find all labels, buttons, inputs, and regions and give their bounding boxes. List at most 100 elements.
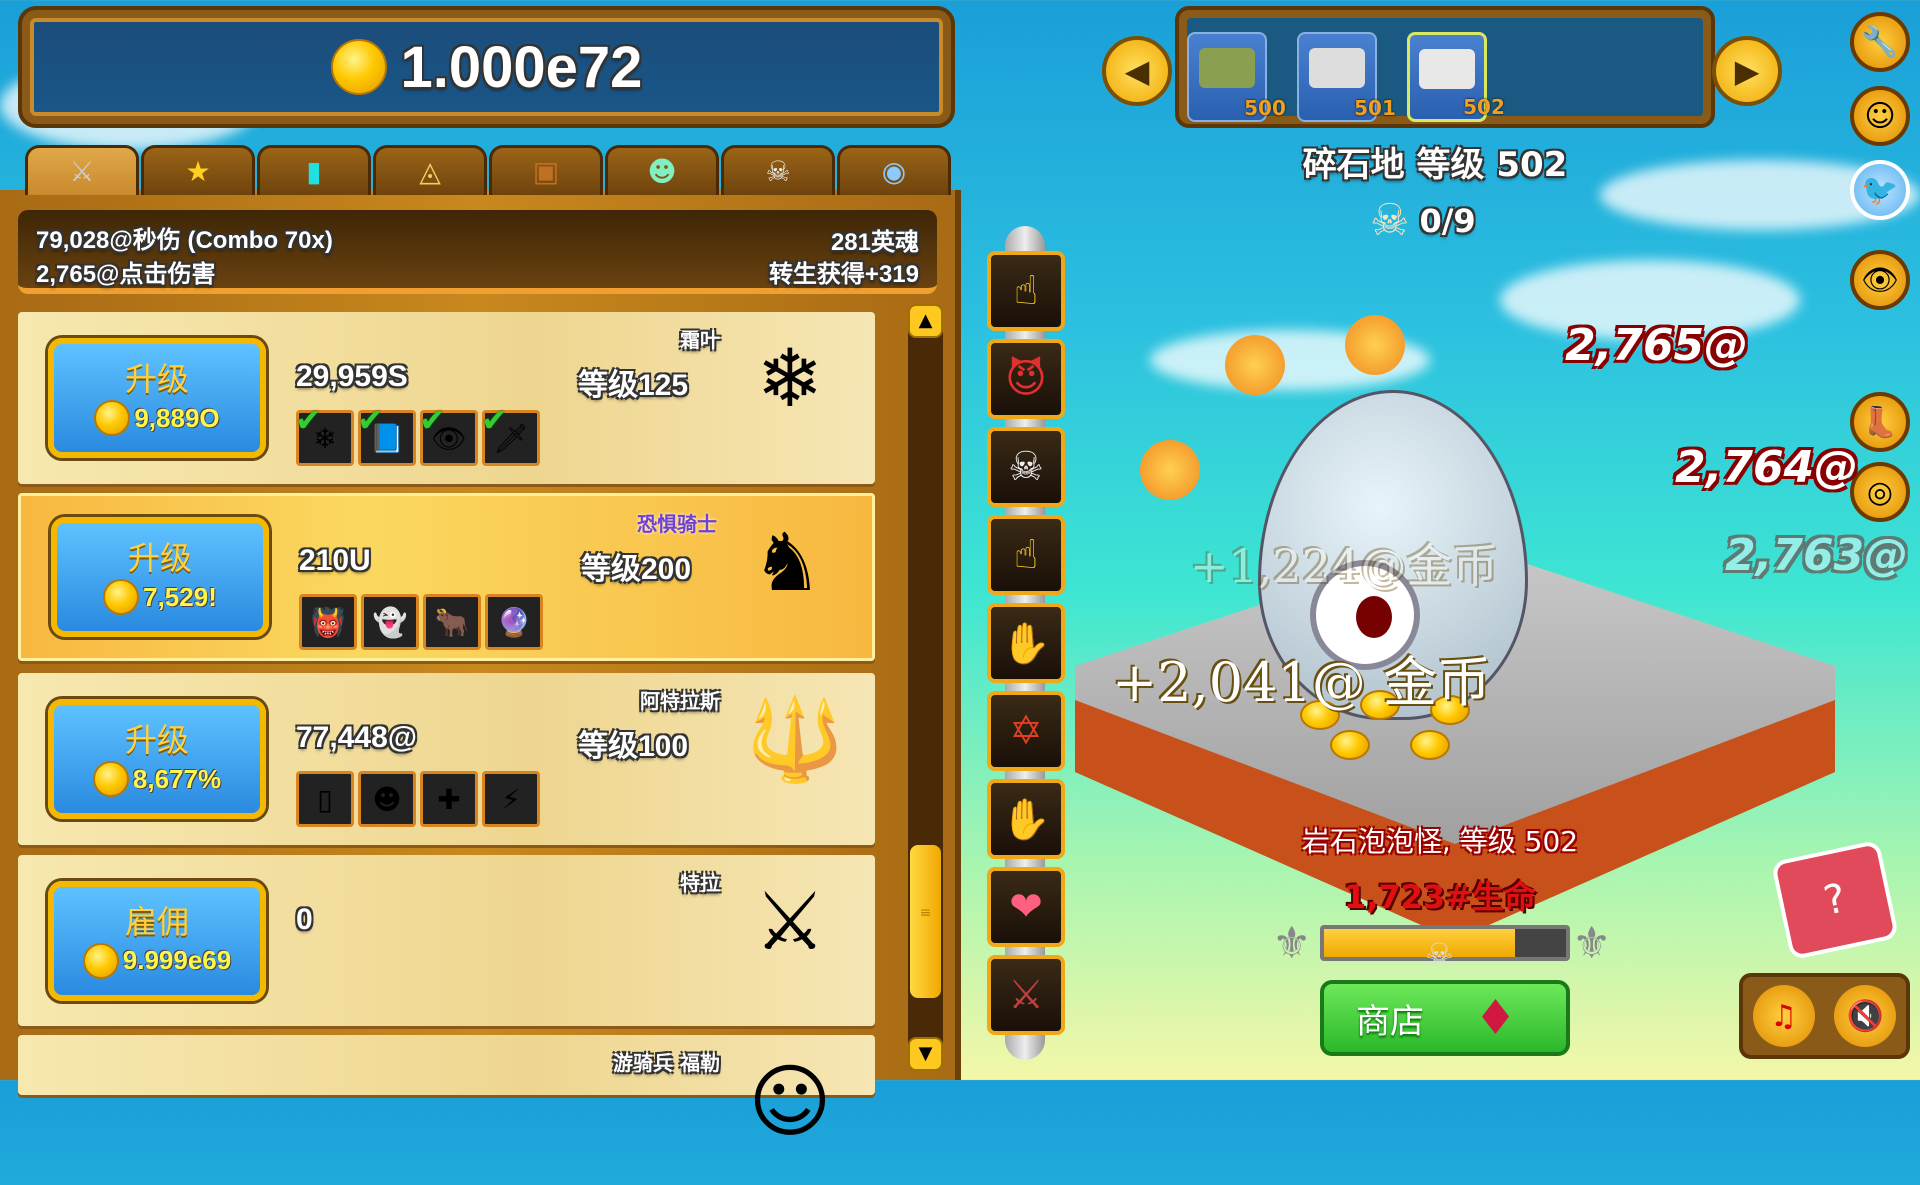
tab-clans[interactable]: ☻ (605, 145, 719, 195)
hero-upgrade-icon[interactable]: ▯ (296, 771, 354, 827)
checkmark-icon: ✔ (481, 401, 508, 439)
hero-list-scrollbar[interactable]: ▲ ≡ ▼ (908, 304, 943, 1071)
hero-upgrade-icon[interactable]: 🗡 ✔ (481, 401, 540, 466)
zone-tile[interactable]: 500 (1187, 32, 1286, 122)
hero-cost: 9.999e69 (122, 945, 232, 975)
skill-super-clicks-icon[interactable]: ✋ (987, 779, 1065, 859)
upgrade-glyph: 🔮 (496, 605, 532, 639)
hero-cost: 8,677% (132, 763, 222, 794)
hero-row: 游骑兵 福勒 ☺ (18, 1035, 875, 1148)
hero-upgrade-icon[interactable]: 🐂 (423, 594, 481, 650)
hero-upgrade-icon[interactable]: ☻ (358, 771, 416, 827)
kill-count: 0/9 (1419, 201, 1476, 240)
scroll-thumb[interactable]: ≡ (910, 845, 941, 998)
skill-dark-ritual-icon[interactable]: ✡ (987, 691, 1065, 771)
prev-zone-arrow-icon[interactable]: ◀ (1102, 36, 1172, 106)
hero-upgrade-icon[interactable]: ✚ (420, 771, 478, 827)
tab-heroes[interactable]: ⚔ (25, 145, 139, 195)
hero-upgrade-icon[interactable]: ❄ ✔ (295, 401, 354, 466)
stars-icon: ★ (185, 155, 211, 188)
skill-reload-icon[interactable]: ⚔ (987, 955, 1065, 1035)
level-up-button[interactable]: 升级 9,889O (48, 338, 266, 458)
tab-transcendence[interactable]: ◉ (837, 145, 951, 195)
upgrade-glyph: 👻 (372, 605, 408, 639)
orb-eye-icon: ◉ (881, 155, 907, 188)
skill-energize-icon[interactable]: ❤ (987, 867, 1065, 947)
tab-ancients[interactable]: ◬ (373, 145, 487, 195)
upgrade-glyph: 👹 (310, 605, 346, 639)
skull-icon: ☠ (765, 155, 791, 188)
crossed-swords-icon: ⚔ (69, 155, 95, 188)
skill-metal-detector-icon[interactable]: ☝ (987, 515, 1065, 595)
hero-cost: 9,889O (134, 402, 220, 433)
damage-number: 2,764@ (1675, 442, 1859, 493)
scroll-down-arrow-icon[interactable]: ▼ (908, 1037, 943, 1071)
hero-dps: 77,448@ (296, 721, 418, 754)
tab-stats[interactable]: ▮ (257, 145, 371, 195)
checkmark-icon: ✔ (295, 401, 322, 439)
hire-button[interactable]: 雇佣 9.999e69 (48, 880, 266, 1001)
level-up-button[interactable]: 升级 8,677% (48, 699, 266, 819)
hero-name: 游骑兵 福勒 (613, 1051, 720, 1075)
eye-icon[interactable]: 👁 (1850, 250, 1910, 310)
kill-counter: ☠ 0/9 (1370, 195, 1476, 246)
settings-wrench-icon[interactable]: 🔧 (1850, 12, 1910, 72)
upgrade-glyph: ☻ (372, 782, 402, 816)
gold-coin-icon (330, 39, 387, 95)
hero-row: 霜叶 升级 9,889O 29,959S 等级125 ❄ ✔ 📘 ✔ 👁 ✔ 🗡 ✔ ❄ (18, 312, 875, 484)
monster-name: 岩石泡泡怪, 等级 502 (1301, 825, 1579, 858)
ruby-gem-icon: ♦ (1474, 990, 1518, 1046)
hero-upgrade-icon[interactable]: 🔮 (485, 594, 543, 650)
hero-upgrade-icon[interactable]: ⚡ (482, 771, 540, 827)
zone-thumbnail (1309, 48, 1365, 88)
hero-upgrade-icon[interactable]: 👹 (299, 594, 357, 650)
pyramid-eye-icon: ◬ (419, 155, 441, 188)
click-damage-text: 2,765@点击伤害 (36, 261, 216, 288)
hero-name: 恐惧骑士 (637, 512, 717, 536)
skill-clickstorm-icon[interactable]: ☝ (987, 251, 1065, 331)
hero-level: 等级125 (578, 369, 689, 402)
winged-boot-icon[interactable]: 👢 (1850, 392, 1910, 452)
hero-dps: 210U (299, 544, 371, 577)
tab-achievements[interactable]: ★ (141, 145, 255, 195)
hero-souls-text: 281英魂 (830, 229, 919, 256)
chest-icon: ▣ (532, 155, 560, 188)
hero-upgrade-icon[interactable]: 👁 ✔ (419, 401, 478, 466)
level-up-button[interactable]: 升级 7,529! (51, 517, 269, 637)
twitter-bird-icon[interactable]: 🐦 (1850, 160, 1910, 220)
zone-number: 501 (1354, 96, 1396, 120)
hero-name: 阿特拉斯 (640, 689, 720, 713)
zone-number: 500 (1244, 96, 1286, 120)
tab-relics[interactable]: ▣ (489, 145, 603, 195)
gold-coin-icon (92, 761, 129, 797)
upgrade-glyph: ▯ (317, 782, 333, 816)
zone-thumbnail (1199, 48, 1255, 88)
target-icon[interactable]: ◎ (1850, 462, 1910, 522)
music-muted-icon[interactable]: ♫ (1752, 985, 1815, 1047)
checkmark-icon: ✔ (357, 401, 384, 439)
gold-display: 1.000e72 (18, 6, 955, 128)
tab-mercenaries[interactable]: ☠ (721, 145, 835, 195)
skill-powersurge-icon[interactable]: 😈 (987, 339, 1065, 419)
zone-tile[interactable]: 502 (1407, 32, 1505, 122)
zone-tile[interactable]: 501 (1297, 32, 1396, 122)
hero-upgrade-icon[interactable]: 👻 (361, 594, 419, 650)
hero-avatar: ☺ (748, 1055, 832, 1148)
checkmark-icon: ✔ (419, 401, 446, 439)
hero-row: 阿特拉斯 升级 8,677% 77,448@ 等级100 ▯ ☻ ✚ ⚡ 🔱 (18, 673, 875, 845)
shop-button[interactable]: 商店 ♦ (1320, 980, 1570, 1056)
skill-lucky-strikes-icon[interactable]: ☠ (987, 427, 1065, 507)
zone-number: 502 (1463, 95, 1505, 119)
hero-upgrade-icon[interactable]: 📘 ✔ (357, 401, 416, 466)
zone-thumbnail (1419, 49, 1475, 89)
hero-row: 恐惧骑士 升级 7,529! 210U 等级200 👹 👻 🐂 🔮 ♞ (18, 493, 875, 661)
reddit-icon[interactable]: ☺ (1850, 86, 1910, 146)
skill-golden-clicks-icon[interactable]: ✋ (987, 603, 1065, 683)
stats-box: 79,028@秒伤 (Combo 70x) 2,765@点击伤害 281英魂 转… (18, 210, 937, 294)
hero-dps: 29,959S (296, 360, 408, 393)
scroll-up-arrow-icon[interactable]: ▲ (908, 304, 943, 338)
sound-muted-icon[interactable]: 🔇 (1834, 985, 1897, 1047)
gold-amount: 1.000e72 (400, 34, 643, 100)
next-zone-arrow-icon[interactable]: ▶ (1712, 36, 1782, 106)
gift-chest-icon[interactable]: ? (1770, 839, 1900, 961)
